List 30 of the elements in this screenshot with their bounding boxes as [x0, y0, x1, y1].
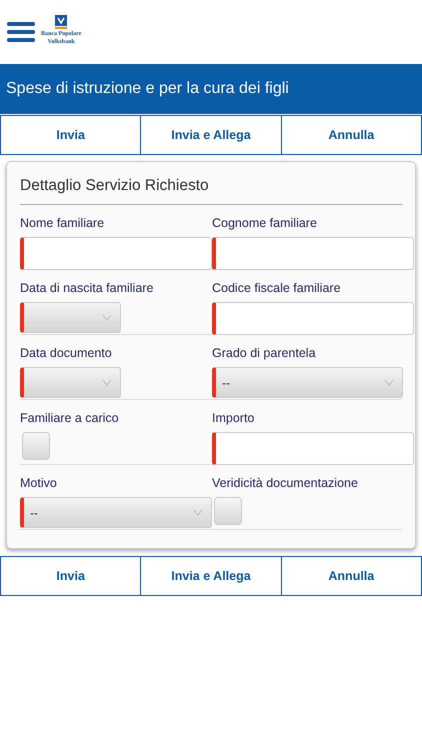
logo-icon — [55, 15, 68, 30]
select-dropdown[interactable]: -- — [20, 497, 212, 528]
menu-icon[interactable] — [7, 22, 35, 42]
chevron-down-icon — [193, 509, 203, 516]
field-label: Nome familiare — [20, 215, 106, 232]
date-picker[interactable] — [20, 302, 121, 334]
chevron-down-icon — [102, 379, 112, 386]
page-title: Spese di istruzione e per la cura dei figli — [6, 79, 289, 99]
text-field[interactable] — [212, 432, 414, 466]
text-field[interactable] — [212, 302, 414, 336]
field-label: Codice fiscale familiare — [212, 280, 342, 296]
date-picker[interactable] — [20, 367, 121, 398]
checkbox[interactable] — [214, 497, 242, 526]
select-dropdown[interactable]: -- — [212, 367, 403, 398]
card-title: Dettaglio Servizio Richiesto — [20, 174, 402, 206]
field-label: Data documento — [20, 345, 113, 362]
chevron-down-icon — [102, 314, 112, 322]
field-label: Veridicità documentazione — [212, 475, 359, 492]
field-label: Importo — [212, 410, 256, 426]
checkbox[interactable] — [22, 432, 50, 460]
field-label: Motivo — [20, 475, 58, 492]
text-field[interactable] — [212, 237, 414, 270]
field-label: Grado di parentela — [212, 345, 317, 362]
select-value: -- — [30, 504, 38, 522]
field-label: Data di nascita familiare — [20, 280, 154, 296]
select-value: -- — [222, 374, 230, 392]
field-label: Cognome familiare — [212, 215, 318, 232]
text-field[interactable] — [20, 237, 212, 270]
chevron-down-icon — [384, 379, 394, 386]
field-label: Familiare a carico — [20, 410, 120, 426]
